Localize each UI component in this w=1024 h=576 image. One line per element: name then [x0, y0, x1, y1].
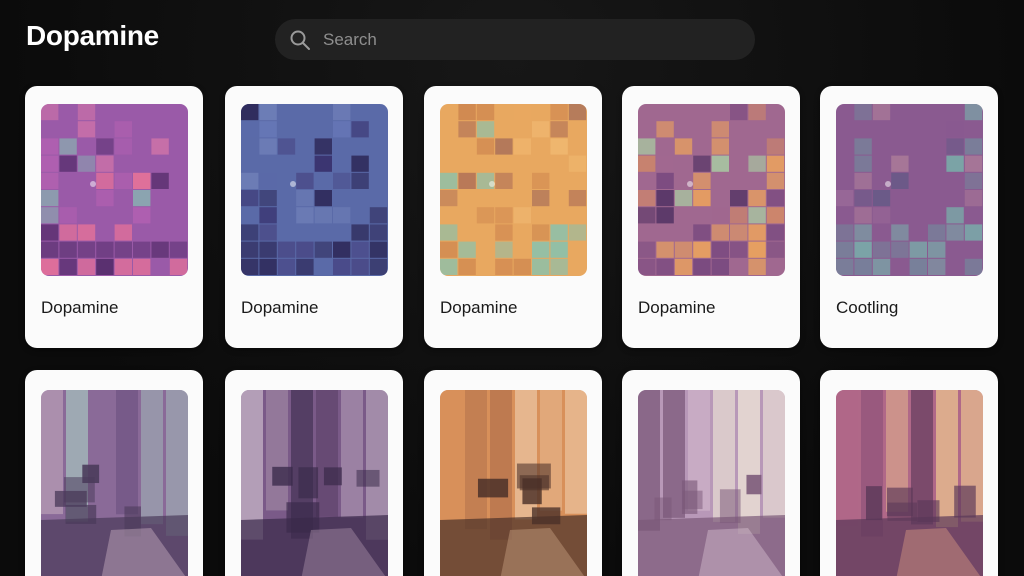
album-title: Cootling — [836, 298, 899, 317]
album-artwork — [241, 390, 388, 576]
album-artwork — [440, 104, 587, 276]
album-artwork — [440, 390, 587, 576]
album-artwork — [241, 104, 388, 276]
album-card[interactable] — [225, 366, 403, 576]
search-input[interactable] — [321, 28, 725, 51]
album-artwork — [836, 390, 983, 576]
album-title: Dopamine — [638, 298, 716, 317]
album-card[interactable] — [622, 366, 800, 576]
album-title: Dopamine — [440, 298, 518, 317]
album-card[interactable]: Dopamine — [225, 86, 403, 348]
search-icon — [289, 29, 311, 51]
album-artwork — [638, 104, 785, 276]
album-artwork — [638, 390, 785, 576]
album-card[interactable] — [424, 366, 602, 576]
album-card[interactable]: Dopamine — [25, 86, 203, 348]
album-title: Dopamine — [241, 298, 319, 317]
album-card[interactable] — [25, 366, 203, 576]
album-card[interactable]: Dopamine — [622, 86, 800, 348]
album-artwork — [41, 390, 188, 576]
album-artwork — [836, 104, 983, 276]
album-artwork — [41, 104, 188, 276]
album-title: Dopamine — [41, 298, 119, 317]
search-bar[interactable] — [275, 19, 755, 60]
album-card[interactable] — [820, 366, 998, 576]
album-card[interactable]: Dopamine — [424, 86, 602, 348]
app-window: Dopamine Dopamine Dopamine Dopamine Dopa… — [0, 0, 1024, 576]
app-title: Dopamine — [26, 20, 159, 51]
album-card[interactable]: Cootling — [820, 86, 998, 348]
